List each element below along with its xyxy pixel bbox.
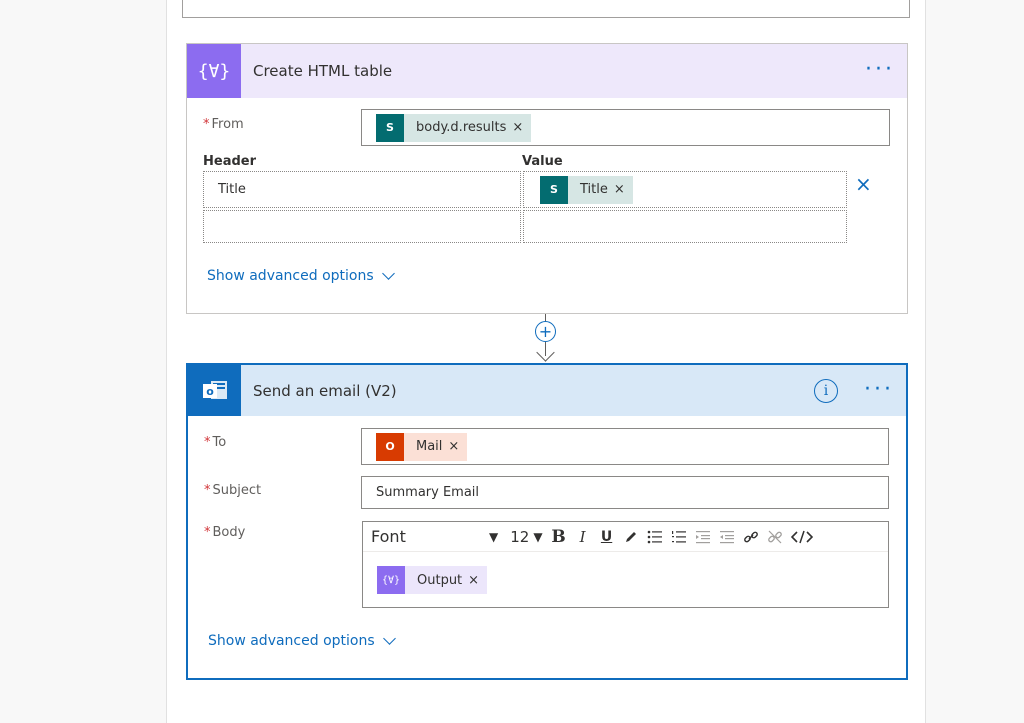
editor-body[interactable]: {∀} Output × — [363, 552, 888, 594]
font-dropdown-icon[interactable]: ▼ — [489, 530, 498, 544]
data-operation-icon: {∀} — [187, 44, 241, 98]
bulleted-list-icon[interactable] — [643, 525, 667, 549]
header-cell-empty[interactable] — [203, 210, 521, 243]
font-size-select[interactable]: 12 — [510, 528, 529, 546]
value-column-title: Value — [522, 154, 563, 169]
chevron-down-icon — [382, 632, 396, 645]
numbered-list-icon[interactable] — [667, 525, 691, 549]
value-token[interactable]: S Title × — [540, 175, 633, 204]
send-email-card: o Send an email (V2) i ··· * To O Mail × … — [186, 363, 908, 680]
sharepoint-icon: S — [376, 113, 404, 142]
remove-token-icon[interactable]: × — [614, 182, 633, 197]
header-cell[interactable]: Title — [203, 171, 521, 208]
show-advanced-options-link[interactable]: Show advanced options — [208, 632, 396, 649]
office-icon: O — [376, 432, 404, 461]
card-title: Create HTML table — [253, 62, 393, 80]
required-mark: * — [204, 435, 211, 450]
output-token[interactable]: {∀} Output × — [377, 566, 488, 594]
required-mark: * — [203, 117, 210, 132]
remove-token-icon[interactable]: × — [468, 573, 487, 588]
editor-toolbar: Font ▼ 12 ▼ B I U — [363, 522, 888, 552]
from-label: * From — [203, 117, 244, 132]
insert-link-icon[interactable] — [739, 525, 763, 549]
subject-input[interactable]: Summary Email — [361, 476, 889, 509]
delete-row-icon[interactable]: × — [855, 174, 872, 194]
header-column-title: Header — [203, 154, 257, 169]
underline-button[interactable]: U — [595, 525, 619, 549]
remove-token-icon[interactable]: × — [512, 120, 531, 135]
previous-step-card[interactable] — [182, 0, 910, 18]
bold-button[interactable]: B — [547, 525, 571, 549]
font-color-icon[interactable] — [619, 525, 643, 549]
outdent-icon[interactable] — [715, 525, 739, 549]
chevron-down-icon — [381, 267, 395, 280]
indent-icon[interactable] — [691, 525, 715, 549]
more-options-icon[interactable]: ··· — [865, 58, 895, 81]
remove-token-icon[interactable]: × — [448, 439, 467, 454]
from-token[interactable]: S body.d.results × — [376, 113, 532, 142]
data-operation-icon: {∀} — [377, 566, 405, 594]
subject-label: * Subject — [204, 483, 262, 498]
body-rich-text-editor[interactable]: Font ▼ 12 ▼ B I U {∀} Output × — [362, 521, 889, 608]
from-input[interactable]: S body.d.results × — [361, 109, 890, 146]
card-title: Send an email (V2) — [253, 381, 397, 400]
sharepoint-icon: S — [540, 175, 568, 204]
code-view-icon[interactable] — [787, 525, 817, 549]
italic-button[interactable]: I — [571, 525, 595, 549]
svg-text:o: o — [206, 385, 214, 398]
required-mark: * — [204, 525, 211, 540]
remove-link-icon[interactable] — [763, 525, 787, 549]
value-cell-empty[interactable] — [523, 210, 847, 243]
info-icon[interactable]: i — [814, 378, 838, 403]
outlook-icon: o — [188, 365, 241, 416]
size-dropdown-icon[interactable]: ▼ — [533, 530, 542, 544]
required-mark: * — [204, 483, 211, 498]
to-token[interactable]: O Mail × — [376, 432, 468, 461]
add-step-icon[interactable]: + — [535, 321, 556, 342]
more-options-icon[interactable]: ··· — [864, 378, 894, 400]
value-cell[interactable]: S Title × — [523, 171, 847, 208]
card-header[interactable]: o Send an email (V2) i ··· — [188, 365, 906, 416]
to-input[interactable]: O Mail × — [361, 428, 889, 465]
to-label: * To — [204, 435, 227, 450]
font-select[interactable]: Font — [371, 527, 471, 546]
body-label: * Body — [204, 525, 246, 540]
show-advanced-options-link[interactable]: Show advanced options — [207, 267, 395, 284]
create-html-table-card: {∀} Create HTML table ··· * From S body.d… — [186, 43, 908, 314]
card-header[interactable]: {∀} Create HTML table ··· — [187, 44, 907, 98]
